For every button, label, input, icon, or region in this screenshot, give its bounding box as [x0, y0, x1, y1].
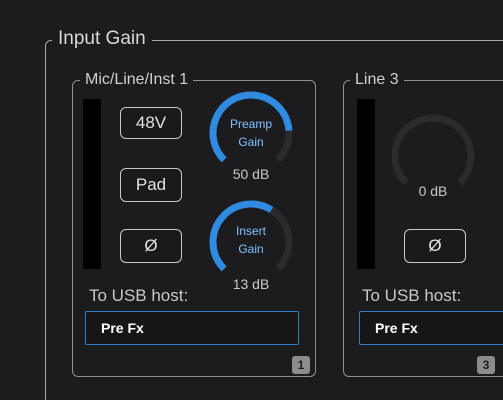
phase-invert-button-3[interactable]: Ø	[404, 229, 466, 263]
preamp-gain-value: 50 dB	[232, 166, 270, 182]
usb-source-select-1[interactable]: Pre Fx	[85, 311, 299, 345]
channel-3-level-meter	[357, 99, 375, 269]
usb-host-label-3: To USB host:	[362, 286, 462, 305]
preamp-gain-knob[interactable]: Preamp Gain	[207, 89, 295, 177]
insert-gain-value: 13 dB	[232, 276, 270, 292]
input-gain-title: Input Gain	[52, 27, 152, 51]
channel-1-level-meter	[83, 99, 101, 269]
insert-gain-label-2: Gain	[238, 242, 264, 256]
line-3-gain-value: 0 dB	[418, 183, 448, 199]
insert-gain-knob[interactable]: Insert Gain	[207, 198, 295, 286]
phantom-power-button[interactable]: 48V	[120, 107, 182, 139]
preamp-gain-label-1: Preamp	[229, 117, 273, 131]
channel-3-badge: 3	[477, 356, 495, 374]
insert-gain-label-1: Insert	[235, 224, 266, 238]
pad-button[interactable]: Pad	[120, 168, 182, 202]
channel-1-title: Mic/Line/Inst 1	[80, 70, 194, 90]
usb-host-label-1: To USB host:	[89, 286, 189, 305]
preamp-gain-arc	[209, 91, 293, 163]
channel-1-badge: 1	[292, 356, 310, 374]
phase-invert-button-1[interactable]: Ø	[120, 229, 182, 263]
usb-source-select-3[interactable]: Pre Fx	[359, 311, 503, 345]
channel-3-title: Line 3	[350, 70, 404, 90]
preamp-gain-label-2: Gain	[238, 135, 264, 149]
